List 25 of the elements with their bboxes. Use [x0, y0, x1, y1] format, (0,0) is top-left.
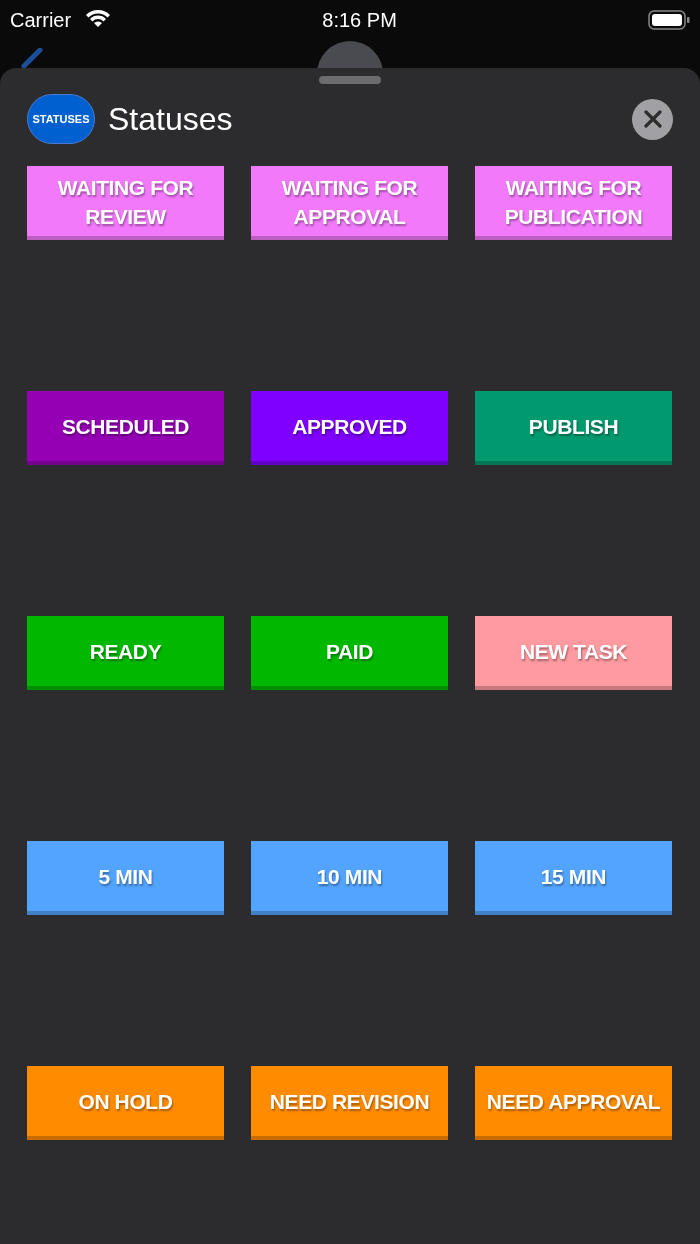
carrier-name: Carrier	[10, 8, 72, 33]
status-tile[interactable]: PUBLISH	[475, 391, 672, 465]
battery-icon	[648, 10, 690, 30]
sheet-title: Statuses	[108, 100, 233, 139]
status-time: 8:16 PM	[322, 8, 397, 33]
wifi-icon	[85, 8, 111, 28]
status-tile[interactable]: READY	[27, 616, 224, 690]
status-tile[interactable]: 5 MIN	[27, 841, 224, 915]
back-icon[interactable]	[20, 48, 44, 68]
status-tile[interactable]: WAITING FOR REVIEW	[27, 166, 224, 240]
status-tile[interactable]: ON HOLD	[27, 1066, 224, 1140]
status-tile[interactable]: NEED APPROVAL	[475, 1066, 672, 1140]
status-tile[interactable]: WAITING FOR PUBLICATION	[475, 166, 672, 240]
status-tile[interactable]: 10 MIN	[251, 841, 448, 915]
close-button[interactable]	[632, 98, 673, 140]
close-icon	[643, 110, 662, 128]
status-tile[interactable]: NEED REVISION	[251, 1066, 448, 1140]
status-tile[interactable]: NEW TASK	[475, 616, 672, 690]
status-tile[interactable]: APPROVED	[251, 391, 448, 465]
status-tile[interactable]: PAID	[251, 616, 448, 690]
status-tile[interactable]: WAITING FOR APPROVAL	[251, 166, 448, 240]
grabber-handle[interactable]	[319, 76, 381, 84]
status-tile[interactable]: SCHEDULED	[27, 391, 224, 465]
status-tile[interactable]: 15 MIN	[475, 841, 672, 915]
statuses-badge: STATUSES	[27, 94, 95, 144]
